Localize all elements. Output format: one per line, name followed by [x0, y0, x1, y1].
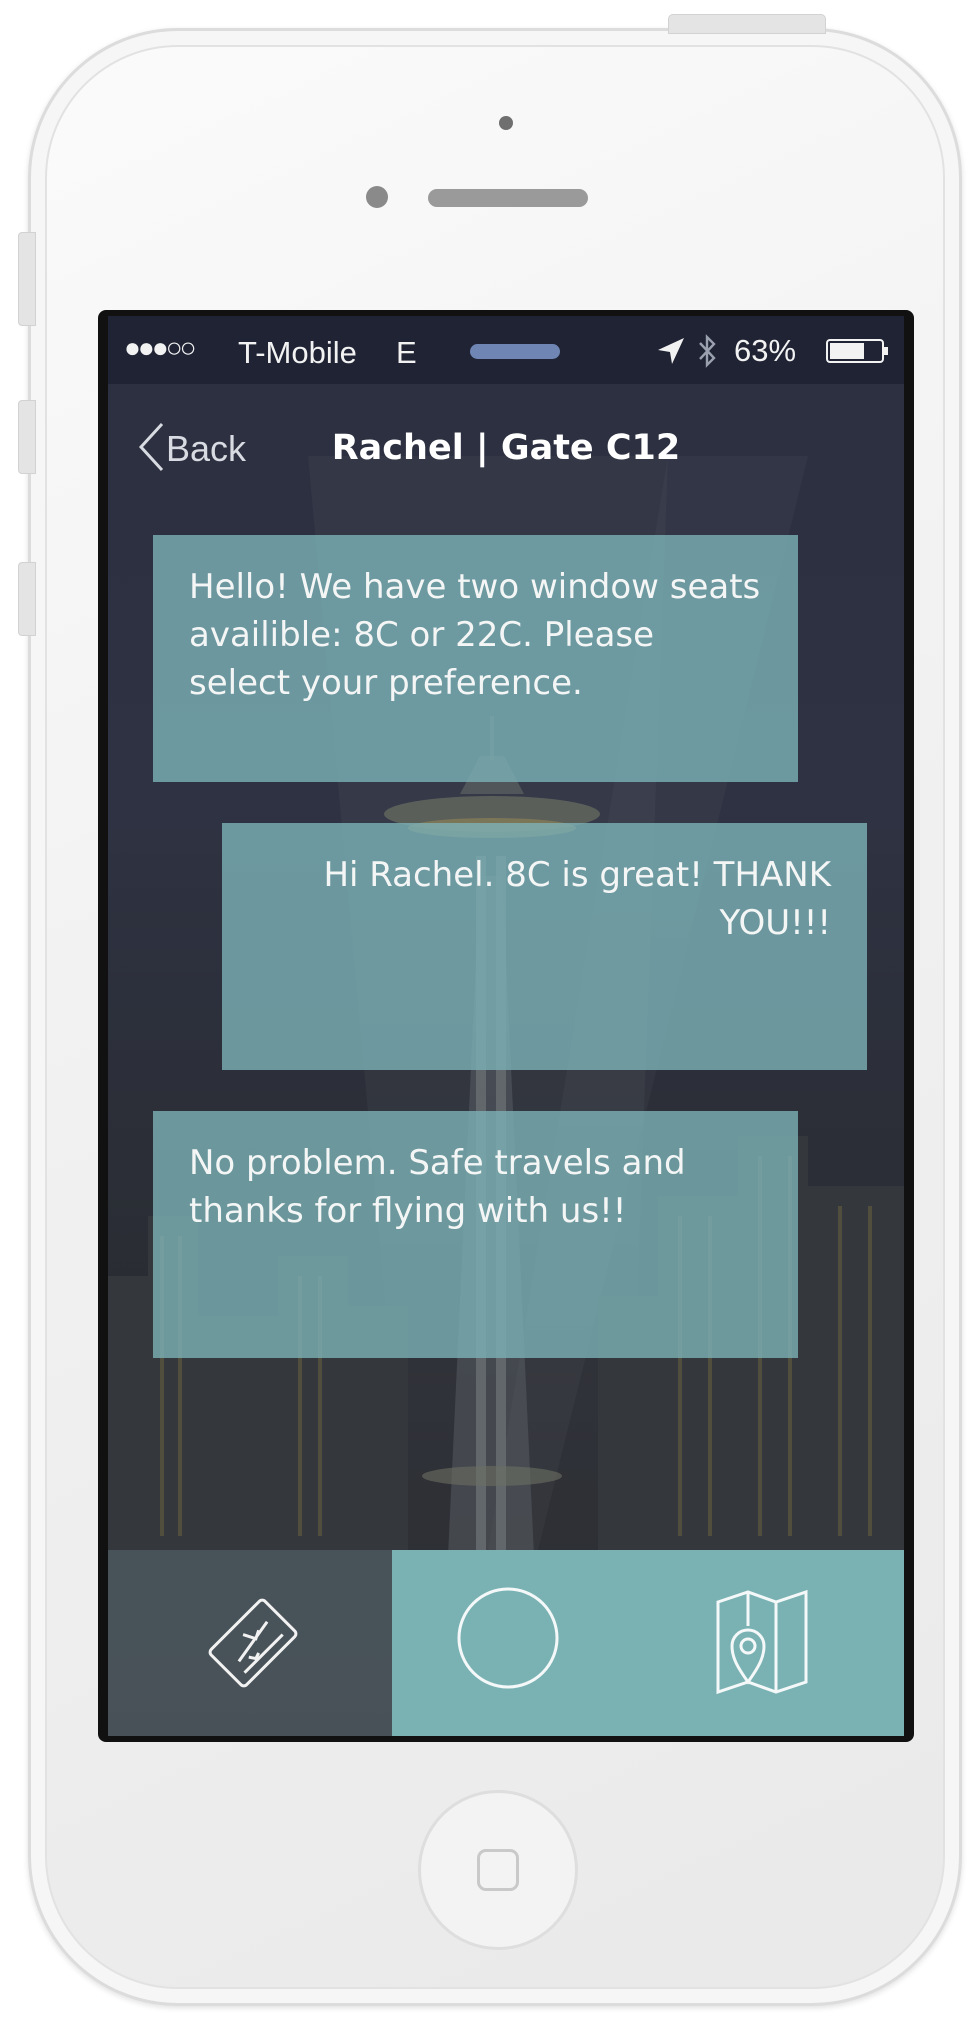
tab-bar — [108, 1550, 904, 1736]
circle-home-icon — [457, 1587, 559, 1689]
location-arrow-icon — [658, 338, 684, 364]
message-bubble-agent: Hello! We have two window seats availibl… — [153, 535, 798, 782]
home-square-icon — [477, 1849, 519, 1891]
battery-icon — [826, 339, 888, 363]
phone-screen: ●●●○○ T-Mobile E 63% Back Rachel | Gate … — [98, 310, 914, 1742]
tab-home[interactable] — [392, 1550, 904, 1736]
tab-boarding-pass[interactable] — [108, 1550, 392, 1736]
bluetooth-icon — [699, 334, 716, 368]
silent-switch — [18, 232, 36, 326]
volume-up-button[interactable] — [18, 400, 36, 474]
back-label: Back — [166, 428, 247, 469]
page-title: Rachel | Gate C12 — [331, 428, 681, 468]
message-bubble-user: Hi Rachel. 8C is great! THANK YOU!!! — [222, 823, 867, 1070]
message-text: No problem. Safe travels and thanks for … — [189, 1143, 686, 1231]
signal-strength-icon: ●●●○○ — [124, 332, 197, 363]
status-bar: ●●●○○ T-Mobile E 63% — [108, 316, 904, 384]
battery-percentage: 63% — [734, 333, 797, 368]
earpiece-speaker — [428, 189, 588, 207]
network-type: E — [396, 335, 417, 370]
proximity-sensor — [366, 186, 388, 208]
app-display: ●●●○○ T-Mobile E 63% Back Rachel | Gate … — [108, 316, 904, 1736]
message-bubble-agent: No problem. Safe travels and thanks for … — [153, 1111, 798, 1358]
status-pill-indicator — [470, 344, 560, 359]
home-button[interactable] — [418, 1790, 578, 1950]
volume-down-button[interactable] — [18, 562, 36, 636]
map-pin-icon — [716, 1589, 808, 1695]
tab-map[interactable] — [702, 1582, 822, 1702]
front-camera — [499, 116, 513, 130]
message-text: Hello! We have two window seats availibl… — [189, 567, 761, 703]
power-button[interactable] — [668, 14, 826, 34]
message-text: Hi Rachel. 8C is great! THANK YOU!!! — [323, 855, 831, 943]
boarding-pass-icon — [208, 1598, 298, 1688]
chevron-left-icon — [138, 422, 164, 472]
carrier-name: T-Mobile — [238, 335, 357, 370]
